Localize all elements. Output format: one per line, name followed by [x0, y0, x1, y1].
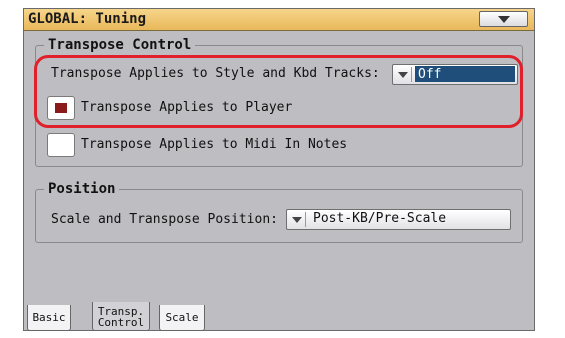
page-menu-button[interactable]: [479, 11, 528, 27]
tab-scale-label: Scale: [165, 311, 199, 324]
position-legend: Position: [48, 181, 116, 197]
scale-transpose-position-label: Scale and Transpose Position:: [51, 212, 278, 227]
tab-scale[interactable]: Scale: [159, 305, 205, 331]
chevron-down-icon: [292, 217, 302, 223]
chevron-down-icon: [498, 16, 510, 23]
tab-basic[interactable]: Basic: [27, 305, 71, 331]
tab-transp-control-label-line2: Control: [97, 316, 145, 329]
tab-transp-control[interactable]: Transp. Control: [92, 302, 150, 331]
scale-transpose-position-dropdown[interactable]: Post-KB/Pre-Scale: [286, 209, 511, 230]
scale-transpose-position-value: Post-KB/Pre-Scale: [313, 211, 447, 226]
tab-bar: Basic Transp. Control Scale: [24, 302, 534, 331]
transpose-midi-checkbox[interactable]: [47, 133, 75, 157]
transpose-control-legend: Transpose Control: [48, 37, 192, 53]
dropdown-divider: [305, 212, 306, 227]
transpose-midi-label: Transpose Applies to Midi In Notes: [81, 137, 348, 152]
tab-basic-label: Basic: [32, 311, 66, 324]
page-title: GLOBAL: Tuning: [28, 11, 147, 27]
highlight-annotation: [34, 55, 523, 128]
title-bar: GLOBAL: Tuning: [24, 9, 534, 31]
